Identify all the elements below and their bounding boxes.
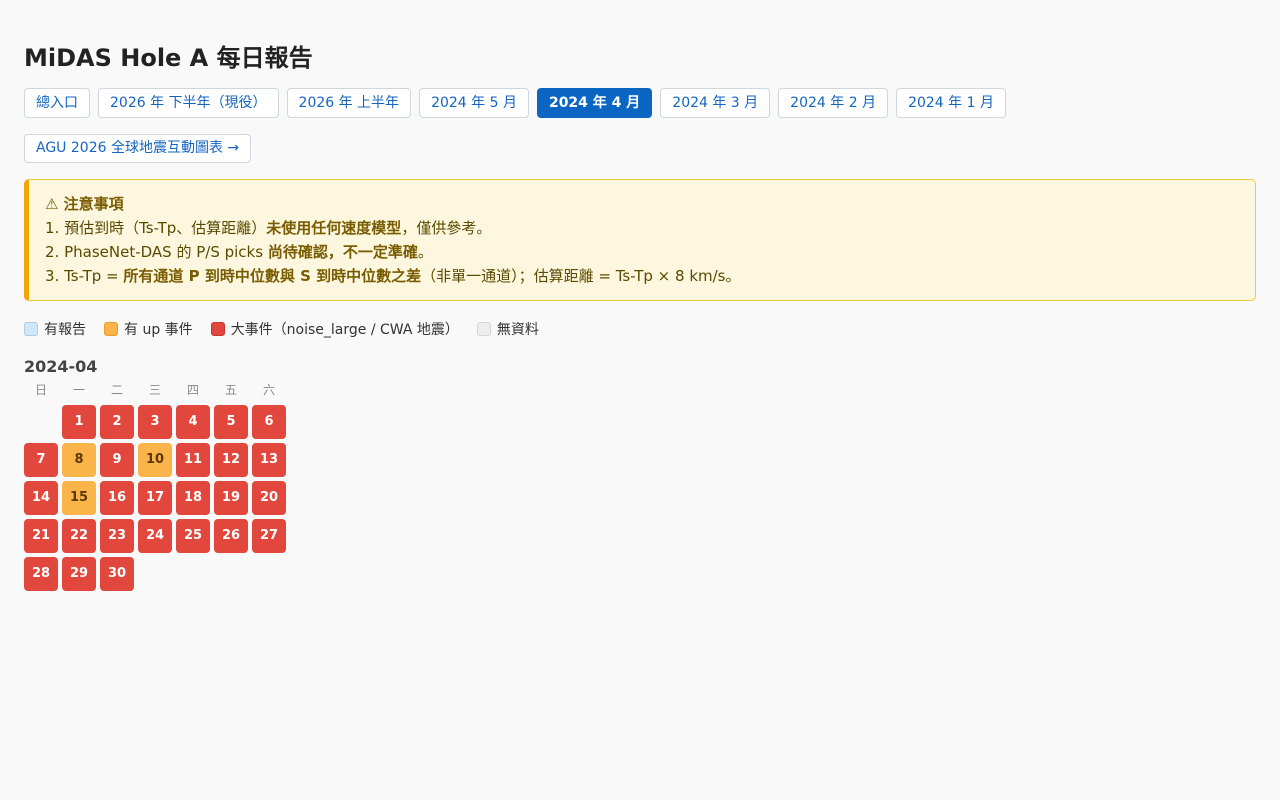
legend-label-big: 大事件（noise_large / CWA 地震） — [230, 322, 459, 338]
weekday-header: 日 一 二 三 四 五 六 — [24, 381, 286, 399]
calendar-day-24[interactable]: 24 — [138, 519, 172, 553]
legend-item-big: 大事件（noise_large / CWA 地震） — [210, 319, 459, 339]
notice-title: ⚠ 注意事項 — [45, 195, 124, 213]
tab-2026-h1[interactable]: 2026 年 上半年 — [286, 88, 412, 118]
legend-label-up: 有 up 事件 — [124, 322, 193, 338]
notice-line-2-prefix: 2. PhaseNet-DAS 的 P/S picks — [45, 243, 268, 261]
legend-swatch-up — [104, 322, 118, 336]
legend-item-up: 有 up 事件 — [104, 319, 193, 339]
legend-swatch-report — [24, 322, 38, 336]
calendar-day-1[interactable]: 1 — [62, 405, 96, 439]
calendar-day-28[interactable]: 28 — [24, 557, 58, 591]
calendar-day-8[interactable]: 8 — [62, 443, 96, 477]
calendar-day-16[interactable]: 16 — [100, 481, 134, 515]
tab-2026-h2[interactable]: 2026 年 下半年（現役） — [98, 88, 279, 118]
calendar-day-27[interactable]: 27 — [252, 519, 286, 553]
calendar-day-6[interactable]: 6 — [252, 405, 286, 439]
weekday-label: 日 — [34, 383, 47, 397]
calendar-day-19[interactable]: 19 — [214, 481, 248, 515]
calendar-day-21[interactable]: 21 — [24, 519, 58, 553]
month-tabs: 總入口 2026 年 下半年（現役） 2026 年 上半年 2024 年 5 月… — [24, 88, 1006, 118]
calendar-day-10[interactable]: 10 — [138, 443, 172, 477]
tab-overview[interactable]: 總入口 — [24, 88, 90, 118]
notice-line-3-prefix: 3. Ts-Tp = — [45, 267, 124, 285]
calendar-day-5[interactable]: 5 — [214, 405, 248, 439]
notice-line-1-prefix: 1. 預估到時（Ts-Tp、估算距離） — [45, 219, 267, 237]
notice-line-3-suffix: （非單一通道）；估算距離 = Ts-Tp × 8 km/s。 — [421, 267, 741, 285]
legend-item-none: 無資料 — [476, 319, 539, 339]
calendar-day-2[interactable]: 2 — [100, 405, 134, 439]
legend: 有報告 有 up 事件 大事件（noise_large / CWA 地震） 無資… — [24, 319, 539, 339]
weekday-label: 五 — [224, 383, 237, 397]
calendar-day-13[interactable]: 13 — [252, 443, 286, 477]
tab-2024-05[interactable]: 2024 年 5 月 — [419, 88, 529, 118]
weekday-label: 一 — [72, 383, 85, 397]
weekday-label: 六 — [262, 383, 275, 397]
legend-swatch-none — [476, 322, 491, 336]
notice-box: ⚠ 注意事項 1. 預估到時（Ts-Tp、估算距離）未使用任何速度模型，僅供參考… — [24, 179, 1256, 301]
notice-line-3: 3. Ts-Tp = 所有通道 P 到時中位數與 S 到時中位數之差（非單一通道… — [45, 264, 1239, 288]
notice-line-2: 2. PhaseNet-DAS 的 P/S picks 尚待確認，不一定準確。 — [45, 240, 1239, 264]
calendar-day-29[interactable]: 29 — [62, 557, 96, 591]
calendar-day-11[interactable]: 11 — [176, 443, 210, 477]
tab-2024-04[interactable]: 2024 年 4 月 — [536, 88, 653, 118]
calendar-day-9[interactable]: 9 — [100, 443, 134, 477]
legend-label-none: 無資料 — [496, 322, 539, 338]
calendar-day-3[interactable]: 3 — [138, 405, 172, 439]
tab-2024-03[interactable]: 2024 年 3 月 — [660, 88, 771, 118]
calendar-day-20[interactable]: 20 — [252, 481, 286, 515]
notice-line-2-bold: 尚待確認，不一定準確 — [267, 243, 418, 261]
notice-line-1-bold: 未使用任何速度模型 — [266, 219, 402, 237]
calendar-day-30[interactable]: 30 — [100, 557, 134, 591]
weekday-label: 四 — [186, 383, 199, 397]
notice-line-1-suffix: ，僅供參考。 — [401, 219, 492, 237]
calendar-day-17[interactable]: 17 — [138, 481, 172, 515]
notice-line-3-bold: 所有通道 P 到時中位數與 S 到時中位數之差 — [123, 267, 422, 285]
calendar-days-grid: 1 2 3 4 5 6 7 8 9 10 11 12 13 14 15 16 17 18 19 20 21 22 23 24 2… — [24, 405, 286, 591]
tab-2024-02[interactable]: 2024 年 2 月 — [778, 88, 889, 118]
weekday-label: 二 — [110, 383, 123, 397]
calendar-empty-cell — [24, 405, 58, 439]
notice-line-2-suffix: 。 — [417, 243, 433, 261]
calendar-day-22[interactable]: 22 — [62, 519, 96, 553]
calendar-month-title: 2024-04 — [24, 357, 98, 376]
calendar-day-14[interactable]: 14 — [24, 481, 58, 515]
legend-item-report: 有報告 — [24, 319, 86, 339]
calendar-day-7[interactable]: 7 — [24, 443, 58, 477]
legend-label-report: 有報告 — [44, 322, 86, 338]
weekday-label: 三 — [148, 383, 161, 397]
calendar-day-26[interactable]: 26 — [214, 519, 248, 553]
calendar-day-15[interactable]: 15 — [62, 481, 96, 515]
calendar-day-23[interactable]: 23 — [100, 519, 134, 553]
notice-line-1: 1. 預估到時（Ts-Tp、估算距離）未使用任何速度模型，僅供參考。 — [45, 216, 1239, 240]
agu-chart-link[interactable]: AGU 2026 全球地震互動圖表 → — [24, 134, 252, 163]
calendar-day-12[interactable]: 12 — [214, 443, 248, 477]
legend-swatch-big — [210, 322, 225, 336]
calendar: 日 一 二 三 四 五 六 1 2 3 4 5 6 7 8 9 10 11 12 13 14 15 16 17 1… — [24, 381, 286, 591]
calendar-day-25[interactable]: 25 — [176, 519, 210, 553]
page-title: MiDAS Hole A 每日報告 — [24, 44, 313, 72]
tab-2024-01[interactable]: 2024 年 1 月 — [896, 88, 1006, 118]
calendar-day-18[interactable]: 18 — [176, 481, 210, 515]
calendar-day-4[interactable]: 4 — [176, 405, 210, 439]
